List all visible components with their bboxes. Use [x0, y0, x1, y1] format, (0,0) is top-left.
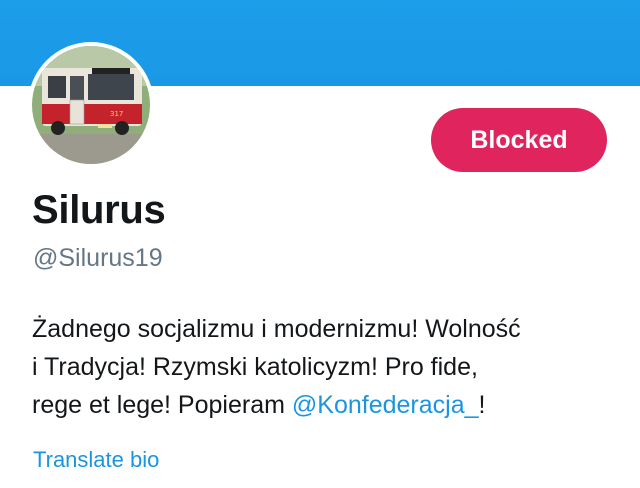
bio-line-3-text: rege et lege! Popieram	[32, 391, 292, 419]
blocked-button[interactable]: Blocked	[431, 108, 607, 172]
user-handle: @Silurus19	[33, 244, 163, 272]
svg-text:317: 317	[110, 110, 123, 118]
avatar[interactable]: 317	[28, 42, 154, 168]
avatar-bus-image: 317	[32, 46, 150, 164]
translate-bio-link[interactable]: Translate bio	[33, 447, 159, 473]
mention-link[interactable]: @Konfederacja_	[292, 391, 479, 419]
bio-line-3-end: !	[478, 391, 486, 419]
bio-line-1: Żadnego socjalizmu i modernizmu! Wolność	[32, 315, 521, 343]
bio-line-2: i Tradycja! Rzymski katolicyzm! Pro fide…	[32, 353, 478, 381]
display-name: Silurus	[32, 188, 166, 232]
profile-bio: Żadnego socjalizmu i modernizmu! Wolność…	[32, 310, 622, 424]
bio-line-3: rege et lege! Popieram @Konfederacja_!	[32, 386, 622, 424]
